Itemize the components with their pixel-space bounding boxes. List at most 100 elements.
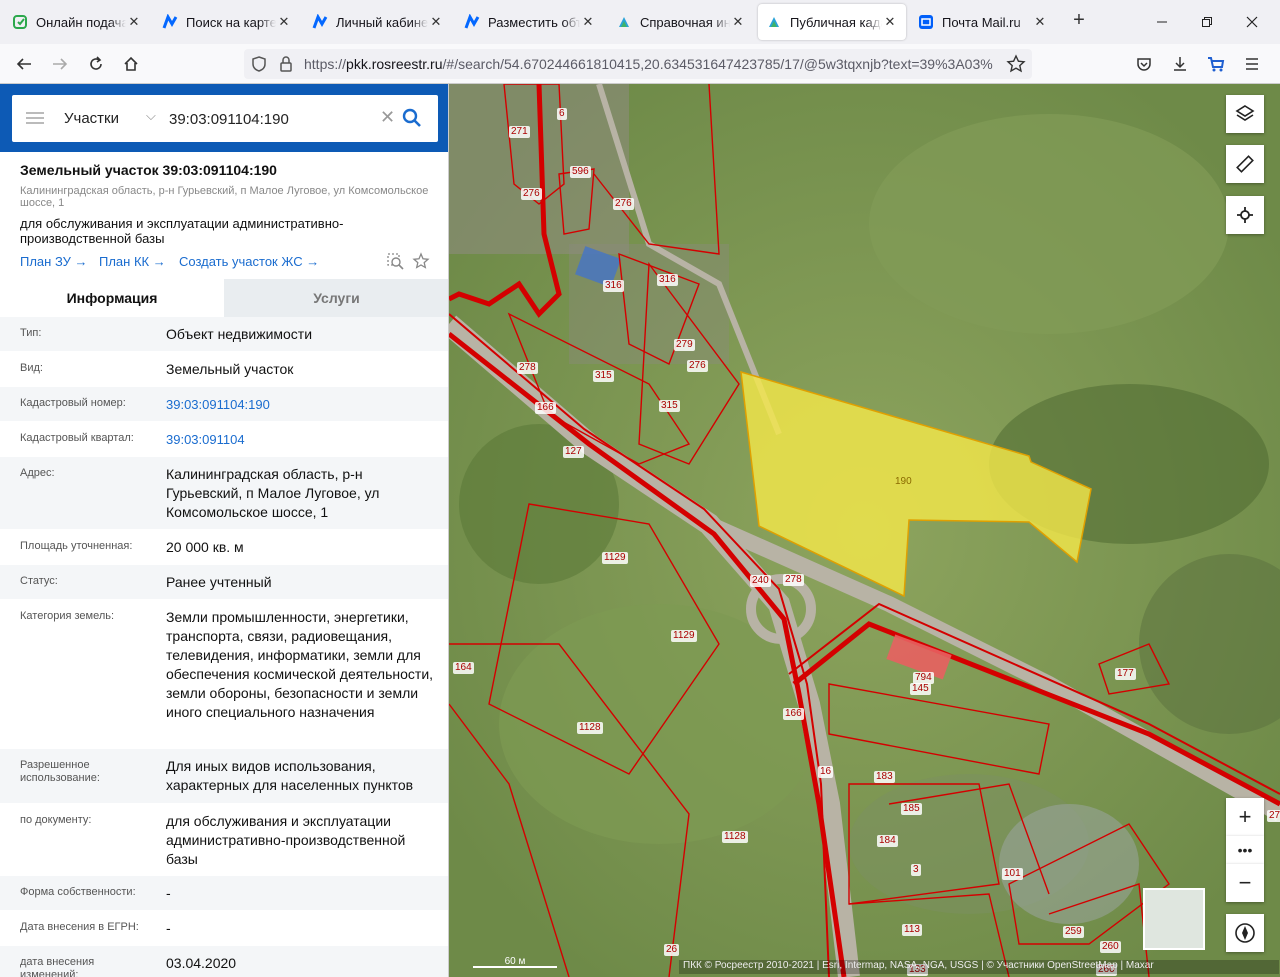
zoom-in-button[interactable]: + xyxy=(1226,798,1264,836)
compass-icon xyxy=(1235,923,1255,943)
browser-tab[interactable]: Онлайн подача заявления ✕ xyxy=(4,4,150,40)
parcel-label[interactable]: 101 xyxy=(1002,868,1023,880)
zoom-out-button[interactable]: − xyxy=(1226,864,1264,902)
parcel-label[interactable]: 240 xyxy=(750,575,771,587)
browser-tab[interactable]: Поиск на карте Циан ✕ xyxy=(154,4,300,40)
browser-tab[interactable]: Личный кабинет ✕ xyxy=(304,4,452,40)
parcel-label[interactable]: 164 xyxy=(453,662,474,674)
attribute-value: 20 000 кв. м xyxy=(166,539,244,555)
parcel-label[interactable]: 113 xyxy=(902,924,922,936)
cadastral-quarter-link[interactable]: 39:03:091104 xyxy=(166,430,436,449)
parcel-label[interactable]: 278 xyxy=(517,362,538,374)
reload-button[interactable] xyxy=(82,50,110,78)
parcel-label[interactable]: 1128 xyxy=(722,831,748,843)
shield-icon[interactable] xyxy=(250,55,268,76)
parcel-label[interactable]: 276 xyxy=(521,188,542,200)
browser-tab[interactable]: Справочная информация ✕ xyxy=(608,4,754,40)
minimize-button[interactable] xyxy=(1148,8,1176,36)
favorite-star-icon[interactable] xyxy=(412,252,430,270)
browser-tab[interactable]: Почта Mail.ru ✕ xyxy=(910,4,1056,40)
back-button[interactable] xyxy=(10,50,38,78)
parcel-label[interactable]: 16 xyxy=(818,766,834,778)
close-icon[interactable]: ✕ xyxy=(276,14,292,30)
lock-icon[interactable] xyxy=(278,55,294,76)
compass-button[interactable] xyxy=(1226,914,1264,952)
parcel-label[interactable]: 259 xyxy=(1063,926,1084,938)
pocket-button[interactable] xyxy=(1130,50,1158,78)
cadastral-number-link[interactable]: 39:03:091104:190 xyxy=(166,395,436,414)
browser-tab[interactable]: Разместить объявление ✕ xyxy=(456,4,604,40)
forward-button[interactable] xyxy=(46,50,74,78)
parcel-label[interactable]: 316 xyxy=(603,280,624,292)
parcel-label[interactable]: 271 xyxy=(509,126,530,138)
search-icon[interactable] xyxy=(402,108,422,128)
attribute-value: Земельный участок xyxy=(166,361,294,377)
parcel-label[interactable]: 1129 xyxy=(602,552,628,564)
parcel-label[interactable]: 260 xyxy=(1100,941,1121,953)
plan-kk-link[interactable]: План КК → xyxy=(99,254,166,269)
measure-button[interactable] xyxy=(1226,145,1264,183)
parcel-label[interactable]: 26 xyxy=(664,944,680,956)
close-icon[interactable]: ✕ xyxy=(1032,14,1048,30)
parcel-label[interactable]: 184 xyxy=(877,835,898,847)
close-icon[interactable]: ✕ xyxy=(126,14,142,30)
cart-extension-button[interactable] xyxy=(1202,50,1230,78)
parcel-label[interactable]: 276 xyxy=(687,360,708,372)
browser-tab-active[interactable]: Публичная кадастровая карта ✕ xyxy=(758,4,906,40)
selected-parcel-label[interactable]: 190 xyxy=(893,476,914,488)
parcel-label[interactable]: 183 xyxy=(874,771,895,783)
home-button[interactable] xyxy=(117,50,145,78)
crosshair-icon xyxy=(1237,207,1253,223)
tab-services[interactable]: Услуги xyxy=(224,279,448,317)
search-type-select[interactable]: Участки xyxy=(64,110,119,127)
new-tab-button[interactable]: + xyxy=(1068,10,1090,32)
close-icon[interactable]: ✕ xyxy=(428,14,444,30)
menu-button[interactable] xyxy=(1238,50,1266,78)
create-plot-link[interactable]: Создать участок ЖС → xyxy=(179,254,319,269)
parcel-label[interactable]: 166 xyxy=(783,708,804,720)
search-input[interactable] xyxy=(169,108,369,130)
more-options-button[interactable]: ••• xyxy=(1226,836,1264,864)
parcel-label[interactable]: 596 xyxy=(570,166,591,178)
attribute-value: Ранее учтенный xyxy=(166,574,272,590)
basemap-switcher[interactable] xyxy=(1143,888,1205,950)
close-icon[interactable]: ✕ xyxy=(882,14,898,30)
parcel-label[interactable]: 279 xyxy=(674,339,695,351)
map-attribution: ПКК © Росреестр 2010-2021 | Esri, Interm… xyxy=(679,960,1279,974)
parcel-label[interactable]: 185 xyxy=(901,803,922,815)
parcel-label[interactable]: 316 xyxy=(657,274,678,286)
parcel-label[interactable]: 166 xyxy=(535,402,556,414)
plan-zu-link[interactable]: План ЗУ → xyxy=(20,254,88,269)
parcel-label[interactable]: 315 xyxy=(593,370,614,382)
close-icon[interactable]: ✕ xyxy=(730,14,746,30)
layers-button[interactable] xyxy=(1226,95,1264,133)
parcel-label[interactable]: 315 xyxy=(659,400,680,412)
clear-icon[interactable]: ✕ xyxy=(380,107,395,128)
close-icon[interactable]: ✕ xyxy=(580,14,596,30)
url-text[interactable]: https://pkk.rosreestr.ru/#/search/54.670… xyxy=(304,56,1004,72)
bookmark-star-icon[interactable] xyxy=(1006,54,1026,77)
zoom-to-object-icon[interactable] xyxy=(386,252,404,270)
reload-icon xyxy=(90,56,102,70)
parcel-label[interactable]: 177 xyxy=(1115,668,1136,680)
close-window-button[interactable] xyxy=(1238,8,1266,36)
cadastral-map[interactable]: 271 6 276 596 276 316 316 279 276 278 31… xyxy=(449,84,1280,977)
parcel-label[interactable]: 276 xyxy=(613,198,634,210)
parcel-label[interactable]: 278 xyxy=(783,574,804,586)
parcel-label[interactable]: 1128 xyxy=(577,722,603,734)
chevron-down-icon[interactable]: ⌵ xyxy=(146,108,156,124)
address-bar[interactable]: https://pkk.rosreestr.ru/#/search/54.670… xyxy=(244,49,1032,79)
parcel-label[interactable]: 1129 xyxy=(671,630,697,642)
parcel-label[interactable]: 6 xyxy=(557,108,567,120)
parcel-label[interactable]: 127 xyxy=(563,446,584,458)
attribute-row: Тип: Объект недвижимости xyxy=(0,317,448,352)
parcel-label[interactable]: 145 xyxy=(910,683,931,695)
downloads-button[interactable] xyxy=(1166,50,1194,78)
locate-button[interactable] xyxy=(1226,196,1264,234)
rosreestr-icon xyxy=(616,14,632,30)
parcel-label[interactable]: 3 xyxy=(911,864,921,876)
tab-information[interactable]: Информация xyxy=(0,279,224,317)
restore-button[interactable] xyxy=(1193,8,1221,36)
parcel-label[interactable]: 27 xyxy=(1267,810,1280,822)
menu-icon[interactable] xyxy=(26,112,44,124)
